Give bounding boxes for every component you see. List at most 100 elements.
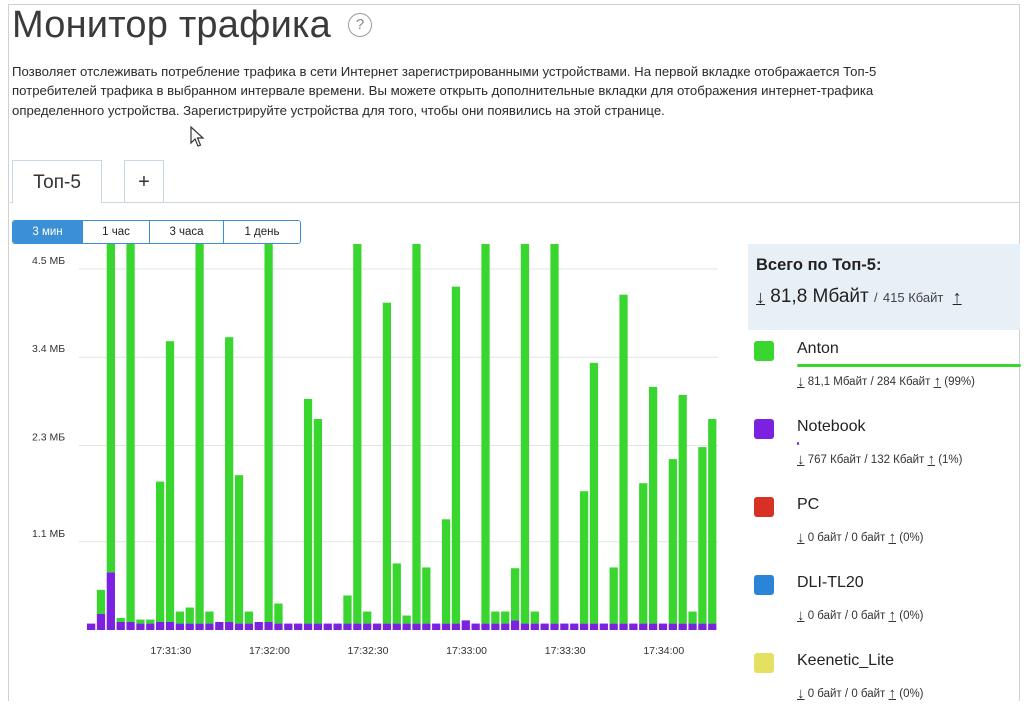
tab-top5[interactable]: Топ-5: [12, 160, 102, 203]
bar-anton: [688, 611, 697, 624]
bar-notebook: [234, 623, 244, 630]
legend-item[interactable]: Keenetic_Lite ↓ 0 байт / 0 байт ↑ (0%): [754, 652, 1020, 727]
bar-anton: [313, 419, 323, 624]
bar-anton: [609, 567, 618, 624]
bar-notebook: [195, 623, 204, 630]
x-tick-label: 17:31:30: [150, 645, 191, 657]
bar-notebook: [303, 623, 313, 630]
range-3min-button[interactable]: 3 мин: [13, 221, 83, 243]
bar-anton: [402, 615, 411, 624]
legend-item[interactable]: Notebook ↓ 767 Кбайт / 132 Кбайт ↑ (1%): [754, 418, 1020, 493]
bar-notebook: [372, 623, 382, 630]
range-3hours-button[interactable]: 3 часа: [150, 221, 224, 243]
bar-notebook: [274, 623, 283, 630]
bar-notebook: [698, 623, 707, 630]
bar-anton: [303, 398, 313, 624]
bar-notebook: [540, 623, 549, 630]
bar-notebook: [560, 623, 569, 630]
bar-notebook: [451, 623, 461, 630]
bar-notebook: [491, 623, 500, 630]
bar-notebook: [225, 621, 234, 630]
bar-anton: [146, 619, 155, 624]
bar-notebook: [106, 572, 115, 630]
x-tick-label: 17:34:00: [643, 645, 684, 657]
bar-anton: [185, 607, 194, 624]
bar-notebook: [461, 620, 470, 630]
bar-anton: [353, 244, 362, 624]
bar-notebook: [382, 623, 392, 630]
tabs-divider: [10, 202, 1020, 203]
device-up: 0 байт: [851, 610, 886, 622]
bar-notebook: [353, 623, 362, 630]
y-tick-label: 1.1 МБ: [32, 528, 65, 540]
bar-notebook: [165, 621, 175, 630]
bar-anton: [136, 619, 145, 624]
x-tick-label: 17:33:00: [446, 645, 487, 657]
bar-anton: [205, 611, 214, 624]
bar-notebook: [402, 623, 411, 630]
bar-anton: [382, 302, 392, 624]
device-percent: (0%): [899, 688, 924, 700]
upload-arrow-icon: ↑: [933, 373, 942, 390]
device-traffic-stats: ↓ 0 байт / 0 байт ↑ (0%): [797, 607, 924, 624]
bar-anton: [106, 244, 115, 573]
question-circle-icon[interactable]: ?: [348, 13, 372, 37]
bar-anton: [412, 244, 421, 624]
bar-notebook: [185, 623, 194, 630]
device-share-bar: [797, 442, 800, 445]
totals-down: 81,8 Мбайт: [770, 286, 869, 307]
bar-anton: [510, 568, 520, 621]
bar-anton: [244, 611, 254, 624]
upload-arrow-icon: ↑: [952, 287, 962, 307]
bar-anton: [225, 337, 234, 622]
bar-anton: [639, 483, 648, 624]
bar-notebook: [432, 623, 441, 630]
device-color-swatch: [754, 497, 774, 517]
download-arrow-icon: ↓: [797, 685, 805, 702]
mouse-cursor-icon: [190, 126, 205, 147]
legend-item[interactable]: DLI-TL20 ↓ 0 байт / 0 байт ↑ (0%): [754, 574, 1020, 649]
page-description: Позволяет отслеживать потребление трафик…: [12, 64, 877, 118]
bar-notebook: [244, 623, 254, 630]
bar-anton: [126, 244, 135, 622]
bar-notebook: [619, 623, 628, 630]
add-tab-button[interactable]: +: [124, 160, 164, 202]
totals-values: ↓ 81,8 Мбайт / 415 Кбайт ↑: [756, 286, 962, 308]
bar-anton: [668, 459, 677, 624]
bar-anton: [648, 386, 658, 624]
bar-notebook: [520, 623, 530, 630]
bar-anton: [579, 491, 589, 624]
bar-notebook: [599, 623, 608, 630]
device-down: 0 байт: [807, 610, 842, 622]
bar-anton: [195, 244, 204, 624]
bar-notebook: [629, 623, 638, 630]
x-tick-label: 17:33:30: [545, 645, 586, 657]
bar-notebook: [254, 621, 263, 630]
upload-arrow-icon: ↑: [888, 529, 897, 546]
bar-anton: [451, 286, 461, 624]
legend-item[interactable]: Anton ↓ 81,1 Мбайт / 284 Кбайт ↑ (99%): [754, 340, 1021, 415]
bar-anton: [501, 611, 510, 624]
bar-notebook: [510, 620, 520, 630]
bar-notebook: [215, 621, 224, 630]
bar-notebook: [136, 623, 145, 630]
bar-notebook: [392, 623, 401, 630]
bar-notebook: [708, 623, 717, 630]
bar-notebook: [570, 623, 579, 630]
range-1day-button[interactable]: 1 день: [224, 221, 300, 243]
bar-anton: [708, 419, 717, 624]
totals-up: 415 Кбайт: [882, 290, 944, 305]
legend-item[interactable]: PC ↓ 0 байт / 0 байт ↑ (0%): [754, 496, 1020, 571]
bar-notebook: [658, 623, 668, 630]
download-arrow-icon: ↓: [797, 451, 805, 468]
bar-notebook: [688, 623, 697, 630]
device-name: Anton: [797, 340, 839, 357]
bar-notebook: [126, 621, 135, 630]
device-percent: (1%): [938, 454, 963, 466]
range-1hour-button[interactable]: 1 час: [83, 221, 150, 243]
bar-notebook: [156, 621, 165, 630]
totals-separator: /: [873, 290, 878, 305]
upload-arrow-icon: ↑: [888, 607, 897, 624]
bar-notebook: [146, 623, 155, 630]
bar-anton: [481, 244, 490, 624]
